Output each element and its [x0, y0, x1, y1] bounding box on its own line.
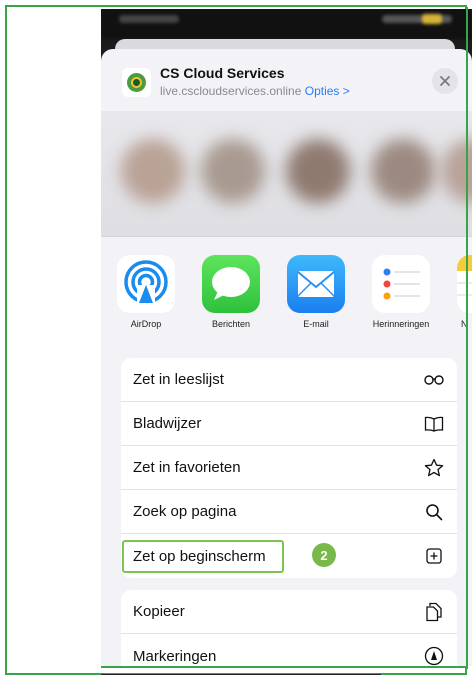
- contact-avatar[interactable]: [201, 139, 265, 203]
- carrier-indicator: [119, 15, 179, 23]
- airdrop-icon: [117, 255, 175, 313]
- actions-group-2: Kopieer Markeringen: [121, 590, 457, 666]
- action-favorites[interactable]: Zet in favorieten: [121, 446, 457, 490]
- action-copy[interactable]: Kopieer: [121, 590, 457, 634]
- site-favicon: [122, 68, 151, 97]
- app-reminders[interactable]: Herinneringen: [370, 255, 432, 329]
- mail-icon: [287, 255, 345, 313]
- site-title: CS Cloud Services: [160, 65, 285, 81]
- app-notes[interactable]: N: [455, 255, 472, 329]
- app-messages[interactable]: Berichten: [200, 255, 262, 329]
- action-markup[interactable]: Markeringen: [121, 634, 457, 666]
- app-label: Berichten: [211, 319, 251, 329]
- action-reading-list[interactable]: Zet in leeslijst: [121, 358, 457, 402]
- reminders-icon: [372, 255, 430, 313]
- action-label: Zet in leeslijst: [133, 371, 224, 388]
- action-label: Zet in favorieten: [133, 459, 241, 476]
- status-bar: [101, 9, 472, 39]
- battery-icon: [422, 14, 442, 24]
- frame-accent: [466, 7, 468, 669]
- close-button[interactable]: [432, 68, 458, 94]
- site-subtitle: live.cscloudservices.online Opties >: [160, 84, 350, 98]
- messages-icon: [202, 255, 260, 313]
- share-header: CS Cloud Services live.cscloudservices.o…: [101, 49, 472, 111]
- action-bookmark[interactable]: Bladwijzer: [121, 402, 457, 446]
- app-label: AirDrop: [130, 319, 162, 329]
- step-badge: 2: [312, 543, 336, 567]
- search-icon: [423, 501, 445, 523]
- action-add-to-home-screen[interactable]: Zet op beginscherm 2: [121, 534, 457, 578]
- phone-screen: CS Cloud Services live.cscloudservices.o…: [101, 9, 472, 666]
- glasses-icon: [423, 369, 445, 391]
- options-link[interactable]: Opties >: [305, 84, 350, 98]
- app-label: Herinneringen: [372, 319, 430, 329]
- notes-icon: [457, 255, 472, 313]
- action-label: Zoek op pagina: [133, 503, 237, 520]
- app-mail[interactable]: E-mail: [285, 255, 347, 329]
- action-label: Bladwijzer: [133, 415, 202, 432]
- contact-avatar[interactable]: [286, 139, 350, 203]
- site-url: live.cscloudservices.online: [160, 84, 302, 98]
- contact-avatar[interactable]: [121, 139, 185, 203]
- cs-logo-icon: [127, 73, 146, 92]
- action-find-on-page[interactable]: Zoek op pagina: [121, 490, 457, 534]
- add-square-icon: [423, 545, 445, 567]
- airdrop-contacts-row: [101, 111, 472, 236]
- actions-group-1: Zet in leeslijst Bladwijzer Zet in favor…: [121, 358, 457, 578]
- highlight-annotation: [122, 540, 284, 573]
- apps-row: AirDrop Berichten E-mail Herinneringen N: [101, 237, 472, 329]
- action-label: Markeringen: [133, 647, 217, 665]
- divider: [101, 674, 381, 675]
- copy-icon: [423, 601, 445, 623]
- book-icon: [423, 413, 445, 435]
- app-airdrop[interactable]: AirDrop: [115, 255, 177, 329]
- star-icon: [423, 457, 445, 479]
- action-label: Kopieer: [133, 603, 185, 620]
- markup-icon: [423, 645, 445, 666]
- app-label: E-mail: [303, 319, 329, 329]
- close-icon: [440, 76, 450, 86]
- frame-accent: [101, 666, 467, 668]
- share-sheet: CS Cloud Services live.cscloudservices.o…: [101, 49, 472, 666]
- contact-avatar[interactable]: [371, 139, 435, 203]
- app-label: N: [461, 319, 468, 329]
